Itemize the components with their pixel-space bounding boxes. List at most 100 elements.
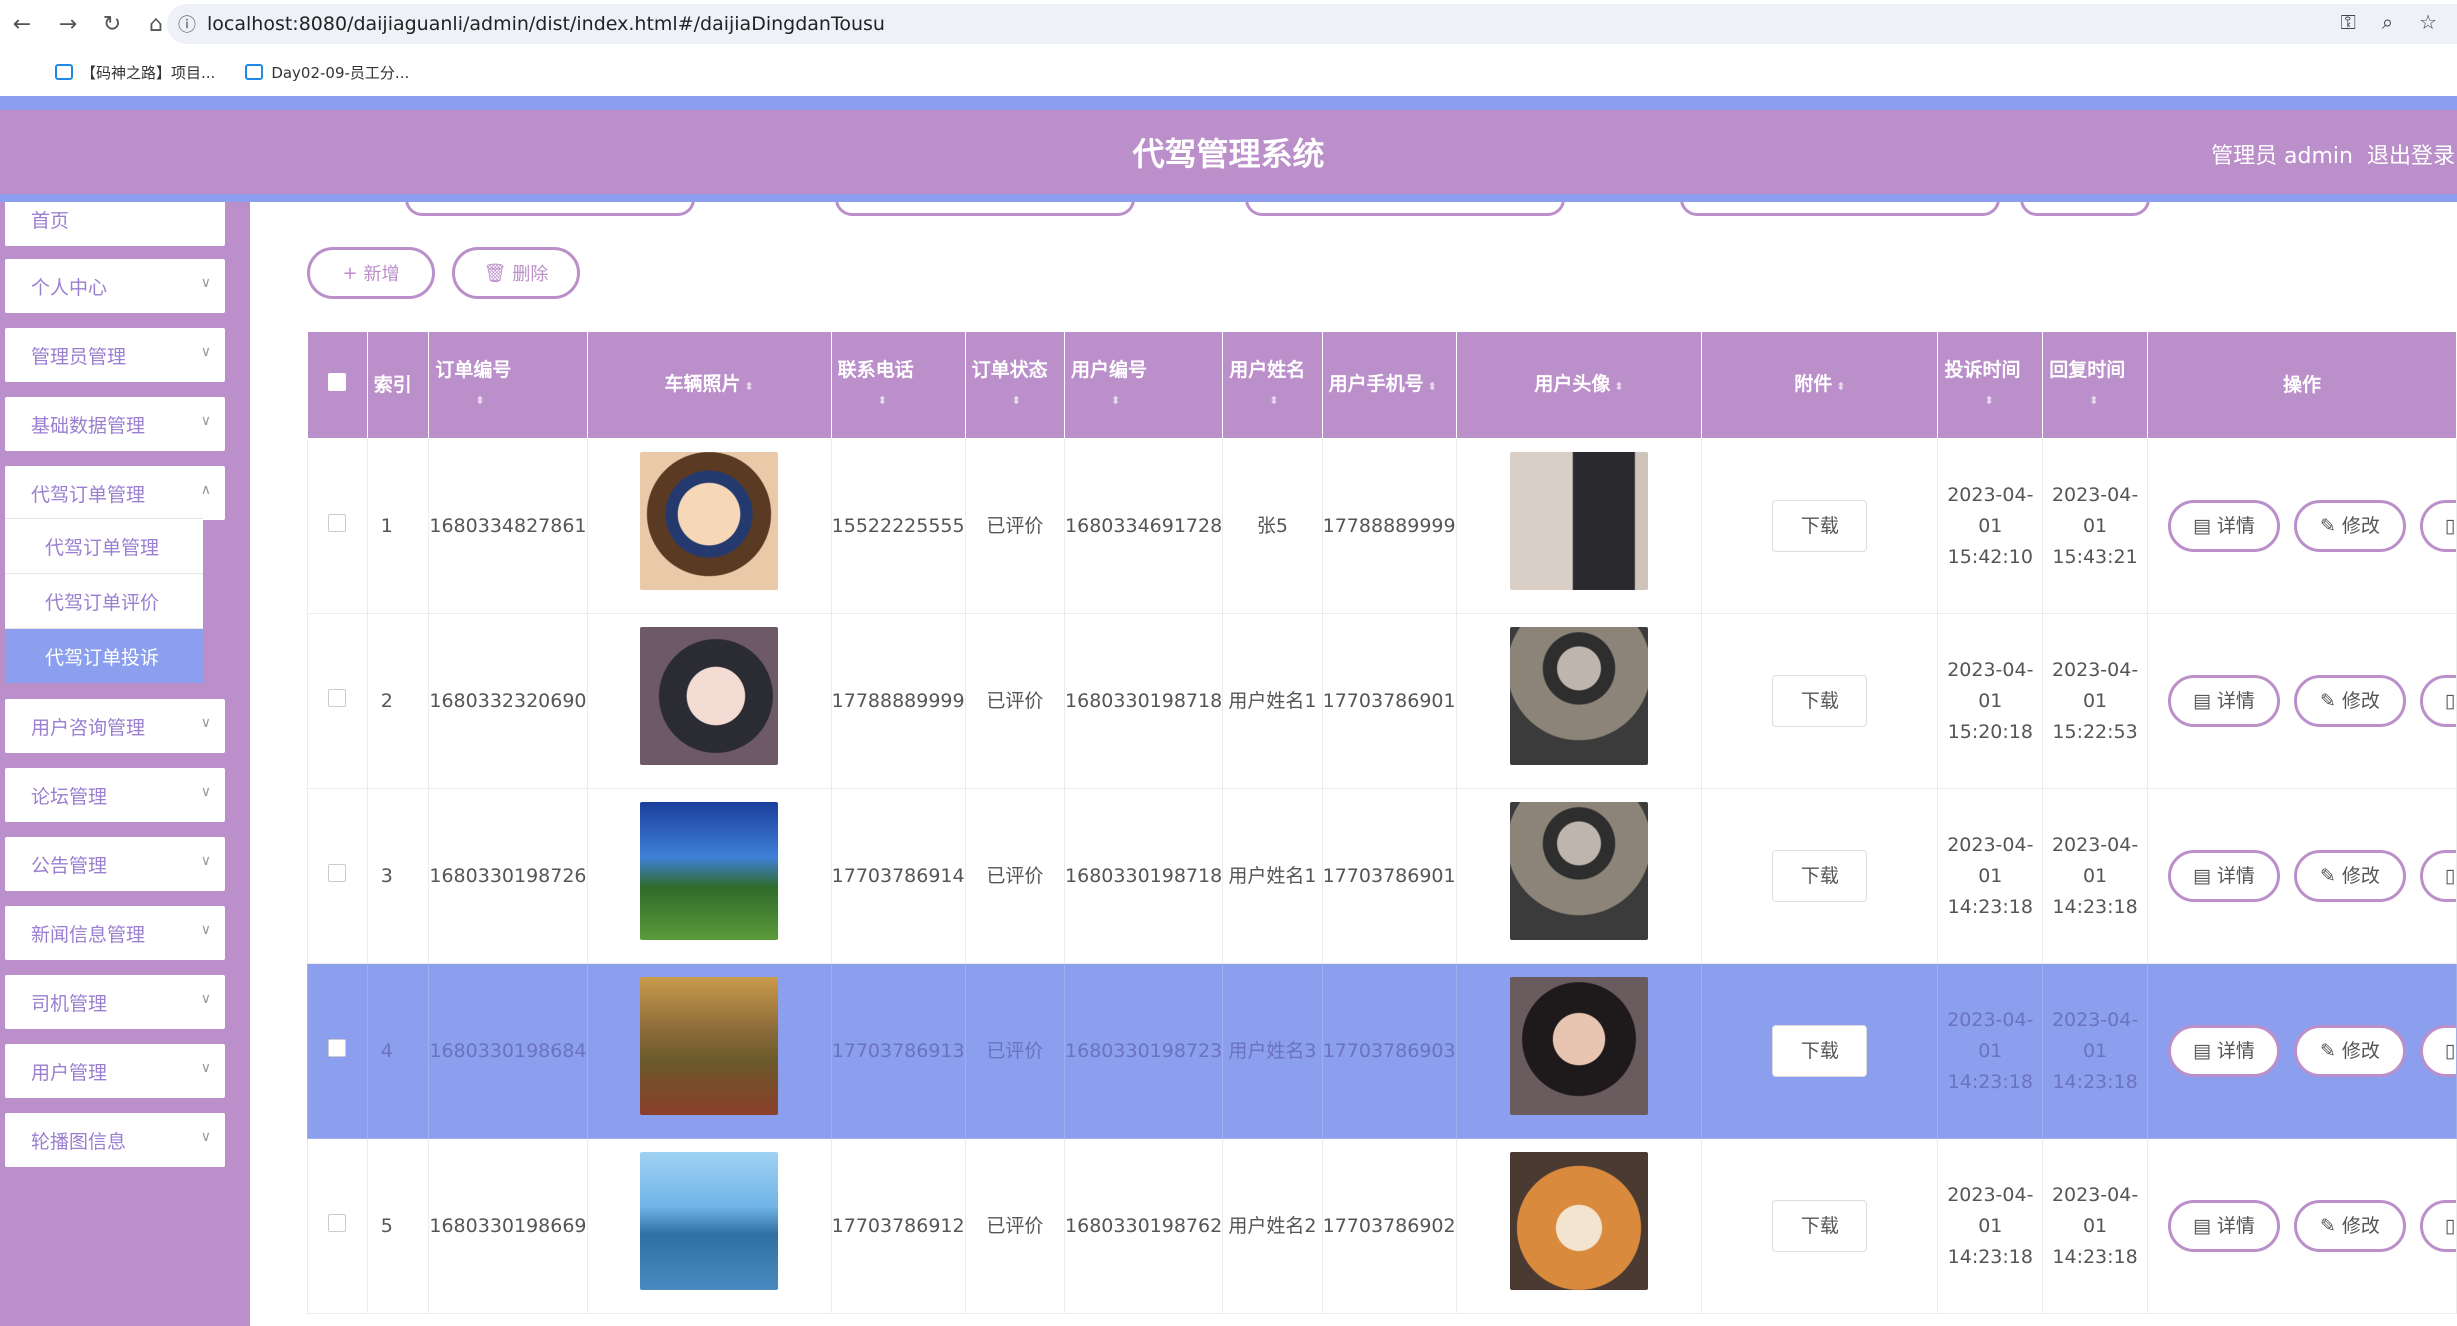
delete-row-button[interactable]: ▯ [2419, 675, 2456, 727]
zoom-icon[interactable]: ⌕ [2382, 10, 2393, 34]
table-row-selected[interactable]: 4 1680330198684 17703786913 已评价 16803301… [307, 963, 2457, 1139]
password-key-icon[interactable]: ⚿ [2341, 10, 2356, 34]
row-checkbox[interactable] [328, 863, 347, 882]
bookmark-item-1[interactable]: 【码神之路】项目... [55, 62, 215, 83]
car-photo-image[interactable] [640, 802, 779, 940]
delete-row-button[interactable]: ▯ [2419, 1025, 2456, 1077]
col-reply-time[interactable]: 回复时间 ⬍ [2042, 331, 2148, 439]
row-checkbox[interactable] [328, 513, 347, 532]
sort-icon[interactable]: ⬍ [1428, 380, 1437, 393]
edit-button[interactable]: ✎ 修改 [2293, 850, 2406, 902]
user-avatar-image[interactable] [1509, 627, 1648, 765]
table-row[interactable]: 2 1680332320690 17788889999 已评价 16803301… [307, 613, 2457, 789]
sort-icon[interactable]: ⬍ [1984, 394, 1993, 407]
car-photo-image[interactable] [640, 1152, 779, 1290]
car-photo-image[interactable] [640, 452, 779, 590]
sidebar-item-user[interactable]: 用户管理 ∨ [5, 1044, 225, 1098]
col-user-name[interactable]: 用户姓名 ⬍ [1222, 331, 1323, 439]
sidebar-item-notice[interactable]: 公告管理 ∨ [5, 837, 225, 891]
col-user-phone[interactable]: 用户手机号 ⬍ [1321, 331, 1457, 439]
download-button[interactable]: 下载 [1772, 1025, 1868, 1077]
detail-button[interactable]: ▤ 详情 [2167, 675, 2280, 727]
sort-icon[interactable]: ⬍ [1836, 380, 1845, 393]
car-photo-image[interactable] [640, 977, 779, 1115]
submenu-item-order-complaints[interactable]: 代驾订单投诉 [5, 628, 203, 683]
delete-button[interactable]: 🗑 删除 [452, 247, 580, 299]
sidebar-item-personal-center[interactable]: 个人中心 ∨ [5, 259, 225, 313]
sidebar-item-basic-data[interactable]: 基础数据管理 ∨ [5, 397, 225, 451]
logout-link[interactable]: 退出登录 [2367, 138, 2457, 170]
url-text[interactable]: localhost:8080/daijiaguanli/admin/dist/i… [207, 13, 885, 35]
user-avatar-image[interactable] [1509, 1152, 1648, 1290]
reload-icon[interactable]: ↻ [90, 2, 134, 46]
col-attachment[interactable]: 附件 ⬍ [1701, 331, 1939, 439]
bookmark-star-icon[interactable]: ☆ [2419, 10, 2437, 34]
edit-button[interactable]: ✎ 修改 [2293, 675, 2406, 727]
user-avatar-image[interactable] [1509, 977, 1648, 1115]
col-phone[interactable]: 联系电话 ⬍ [830, 331, 966, 439]
col-order-no[interactable]: 订单编号 ⬍ [428, 331, 588, 439]
table-row[interactable]: 3 1680330198726 17703786914 已评价 16803301… [307, 788, 2457, 964]
sort-icon[interactable]: ⬍ [2089, 394, 2098, 407]
sidebar-item-forum[interactable]: 论坛管理 ∨ [5, 768, 225, 822]
select-all-header[interactable] [307, 331, 368, 439]
row-checkbox-cell[interactable] [307, 1138, 368, 1314]
detail-button[interactable]: ▤ 详情 [2167, 1200, 2280, 1252]
sidebar-item-admin-management[interactable]: 管理员管理 ∨ [5, 328, 225, 382]
download-button[interactable]: 下载 [1772, 500, 1868, 552]
row-checkbox-cell[interactable] [307, 963, 368, 1139]
detail-button[interactable]: ▤ 详情 [2167, 500, 2280, 552]
col-status[interactable]: 订单状态 ⬍ [964, 331, 1066, 439]
col-car-photo[interactable]: 车辆照片 ⬍ [586, 331, 832, 439]
col-user-no[interactable]: 用户编号 ⬍ [1064, 331, 1224, 439]
address-bar[interactable]: ⓘ localhost:8080/daijiaguanli/admin/dist… [167, 4, 2457, 44]
back-icon[interactable]: ← [0, 2, 44, 46]
site-info-icon[interactable]: ⓘ [167, 11, 207, 37]
edit-button[interactable]: ✎ 修改 [2293, 1025, 2406, 1077]
delete-row-button[interactable]: ▯ [2419, 850, 2456, 902]
table-row[interactable]: 1 1680334827861 15522225555 已评价 16803346… [307, 438, 2457, 614]
row-checkbox[interactable] [328, 688, 347, 707]
sort-icon[interactable]: ⬍ [744, 380, 753, 393]
edit-button[interactable]: ✎ 修改 [2293, 1200, 2406, 1252]
download-button[interactable]: 下载 [1772, 675, 1868, 727]
row-checkbox-cell[interactable] [307, 788, 368, 964]
user-avatar-image[interactable] [1509, 802, 1648, 940]
sidebar-item-order-management[interactable]: 代驾订单管理 ∧ [5, 466, 225, 520]
edit-button[interactable]: ✎ 修改 [2293, 500, 2406, 552]
sort-icon[interactable]: ⬍ [1012, 394, 1021, 407]
search-button[interactable] [2020, 202, 2150, 216]
col-avatar[interactable]: 用户头像 ⬍ [1455, 331, 1703, 439]
sort-icon[interactable]: ⬍ [878, 394, 887, 407]
sidebar-item-carousel[interactable]: 轮播图信息 ∨ [5, 1113, 225, 1167]
forward-icon[interactable]: → [46, 2, 90, 46]
detail-button[interactable]: ▤ 详情 [2167, 850, 2280, 902]
detail-button[interactable]: ▤ 详情 [2167, 1025, 2280, 1077]
sidebar-item-user-consult[interactable]: 用户咨询管理 ∨ [5, 699, 225, 753]
submenu-item-orders[interactable]: 代驾订单管理 [5, 518, 203, 573]
delete-row-button[interactable]: ▯ [2419, 500, 2456, 552]
row-checkbox-cell[interactable] [307, 613, 368, 789]
download-button[interactable]: 下载 [1772, 1200, 1868, 1252]
sort-icon[interactable]: ⬍ [1111, 394, 1120, 407]
sidebar-item-driver[interactable]: 司机管理 ∨ [5, 975, 225, 1029]
delete-row-button[interactable]: ▯ [2419, 1200, 2456, 1252]
search-field[interactable] [1245, 202, 1565, 216]
bookmark-item-2[interactable]: Day02-09-员工分... [245, 62, 409, 83]
table-row[interactable]: 5 1680330198669 17703786912 已评价 16803301… [307, 1138, 2457, 1314]
row-checkbox[interactable] [328, 1213, 347, 1232]
add-button[interactable]: + 新增 [307, 247, 435, 299]
user-avatar-image[interactable] [1509, 452, 1648, 590]
sidebar-item-news[interactable]: 新闻信息管理 ∨ [5, 906, 225, 960]
download-button[interactable]: 下载 [1772, 850, 1868, 902]
sort-icon[interactable]: ⬍ [1269, 394, 1278, 407]
search-field[interactable] [835, 202, 1135, 216]
sidebar-item-home[interactable]: 首页 [5, 202, 225, 246]
search-field[interactable] [1680, 202, 2000, 216]
row-checkbox-cell[interactable] [307, 438, 368, 614]
submenu-item-order-reviews[interactable]: 代驾订单评价 [5, 573, 203, 628]
search-field[interactable] [405, 202, 695, 216]
car-photo-image[interactable] [640, 627, 779, 765]
sort-icon[interactable]: ⬍ [475, 394, 484, 407]
col-complaint-time[interactable]: 投诉时间 ⬍ [1937, 331, 2044, 439]
